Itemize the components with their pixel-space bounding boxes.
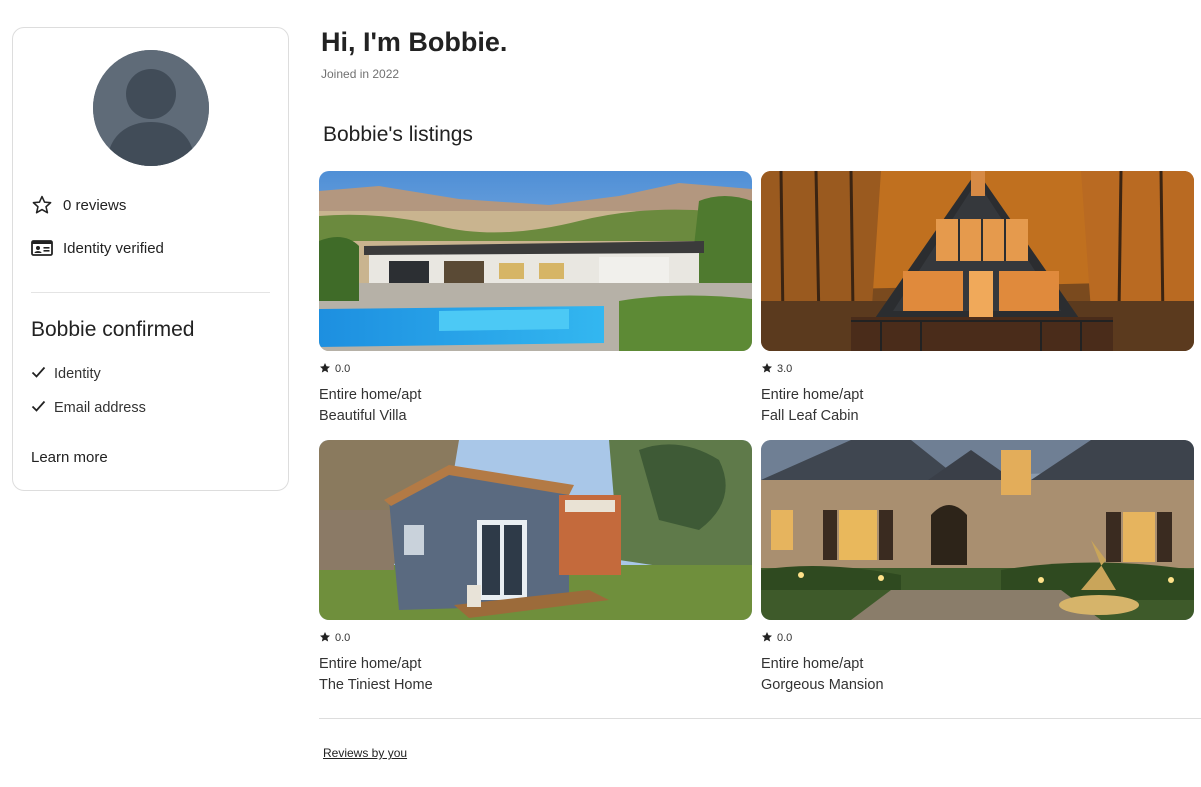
listing-type: Entire home/apt xyxy=(319,387,422,403)
listings-title: Bobbie's listings xyxy=(323,123,473,146)
rating-value: 0.0 xyxy=(777,632,793,644)
divider xyxy=(31,292,270,293)
avatar xyxy=(93,50,209,166)
star-icon xyxy=(761,631,773,646)
listing-card[interactable]: 3.0 Entire home/apt Fall Leaf Cabin xyxy=(761,171,1194,424)
learn-more-link[interactable]: Learn more xyxy=(31,449,108,466)
listing-rating: 3.0 xyxy=(761,362,1194,376)
rating-value: 0.0 xyxy=(335,363,351,375)
check-icon xyxy=(31,366,46,382)
listing-type: Entire home/apt xyxy=(319,656,422,672)
reviews-by-you-link[interactable]: Reviews by you xyxy=(323,746,407,760)
listing-name: Beautiful Villa xyxy=(319,408,407,424)
listing-card[interactable]: 0.0 Entire home/apt Beautiful Villa xyxy=(319,171,752,424)
confirmed-title: Bobbie confirmed xyxy=(31,318,195,341)
rating-value: 3.0 xyxy=(777,363,793,375)
star-icon xyxy=(319,362,331,377)
confirmed-item: Identity xyxy=(31,366,101,382)
listing-card[interactable]: 0.0 Entire home/apt The Tiniest Home xyxy=(319,440,752,693)
listing-photo[interactable] xyxy=(761,440,1194,620)
star-outline-icon xyxy=(31,194,53,216)
rating-value: 0.0 xyxy=(335,632,351,644)
listing-photo[interactable] xyxy=(761,171,1194,351)
listing-rating: 0.0 xyxy=(319,631,752,645)
identity-stat: Identity verified xyxy=(31,237,164,259)
identity-status: Identity verified xyxy=(63,239,164,257)
listing-rating: 0.0 xyxy=(761,631,1194,645)
listing-type: Entire home/apt xyxy=(761,387,864,403)
reviews-count: 0 reviews xyxy=(63,196,127,214)
listing-name: Fall Leaf Cabin xyxy=(761,408,859,424)
star-icon xyxy=(319,631,331,646)
page-title: Hi, I'm Bobbie. xyxy=(321,27,508,57)
joined-date: Joined in 2022 xyxy=(321,67,400,81)
divider xyxy=(319,718,1201,719)
user-silhouette-icon xyxy=(93,50,209,166)
listing-card[interactable]: 0.0 Entire home/apt Gorgeous Mansion xyxy=(761,440,1194,693)
listing-photo[interactable] xyxy=(319,171,752,351)
star-icon xyxy=(761,362,773,377)
listing-name: The Tiniest Home xyxy=(319,677,433,693)
check-icon xyxy=(31,400,46,416)
profile-card: 0 reviews Identity verified Bobbie confi… xyxy=(12,27,289,491)
confirmed-item-label: Identity xyxy=(54,366,101,382)
listing-name: Gorgeous Mansion xyxy=(761,677,884,693)
listing-rating: 0.0 xyxy=(319,362,752,376)
listing-photo[interactable] xyxy=(319,440,752,620)
listing-type: Entire home/apt xyxy=(761,656,864,672)
id-card-icon xyxy=(31,237,53,259)
reviews-stat: 0 reviews xyxy=(31,194,126,216)
confirmed-item: Email address xyxy=(31,400,146,416)
confirmed-item-label: Email address xyxy=(54,400,146,416)
